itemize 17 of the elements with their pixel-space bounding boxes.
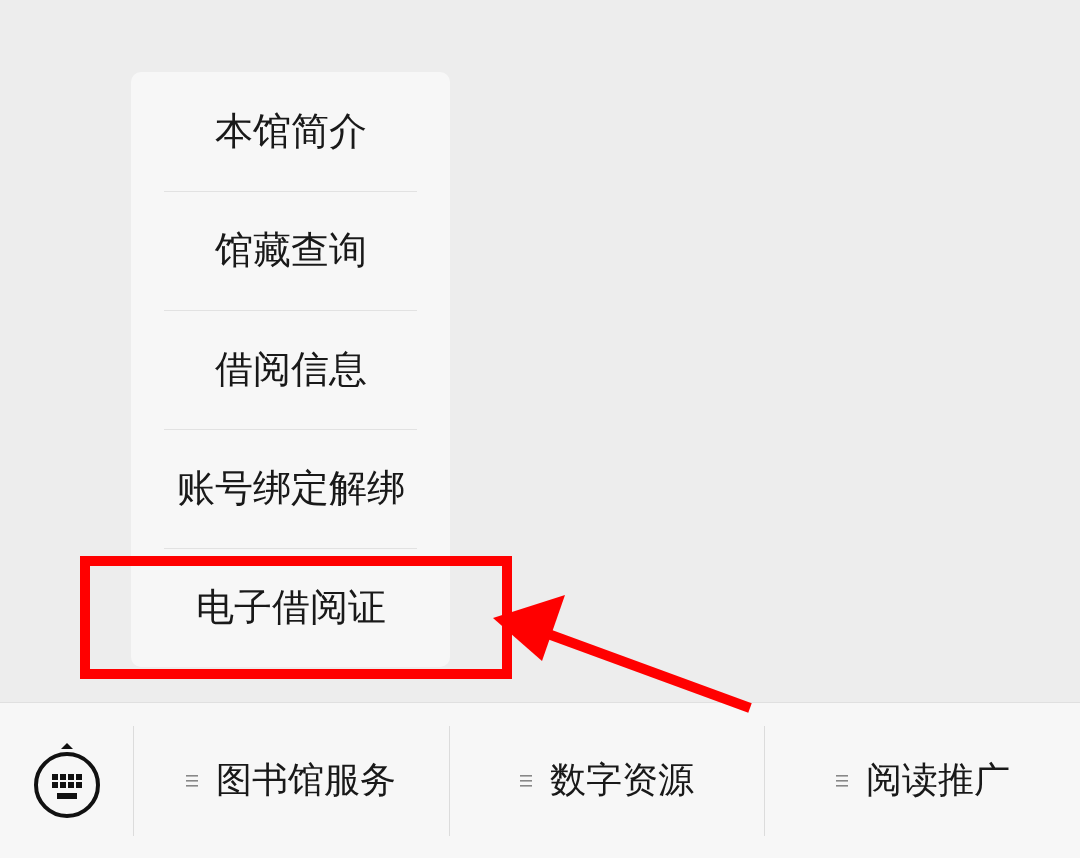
menu-item[interactable]: 本馆简介 <box>131 72 450 191</box>
menu-item-label: 借阅信息 <box>214 346 367 393</box>
menu-item-label: 电子借阅证 <box>195 584 386 631</box>
menu-item-label: 本馆简介 <box>214 108 367 155</box>
menu-item[interactable]: 电子借阅证 <box>131 548 450 667</box>
menu-item-label: 账号绑定解绑 <box>176 465 405 512</box>
menu-item-label: 馆藏查询 <box>214 227 367 274</box>
menu-item[interactable]: 账号绑定解绑 <box>131 429 450 548</box>
menu-tab[interactable]: 图书馆服务 <box>133 725 449 836</box>
menu-item[interactable]: 馆藏查询 <box>131 191 450 310</box>
menu-tab[interactable]: 阅读推广 <box>764 725 1080 836</box>
menu-tab[interactable]: 数字资源 <box>448 725 765 836</box>
menu-icon <box>186 773 199 788</box>
menu-icon <box>835 773 848 788</box>
menu-item[interactable]: 借阅信息 <box>131 310 450 429</box>
keyboard-icon[interactable] <box>31 740 102 821</box>
menu-icon <box>520 773 532 788</box>
